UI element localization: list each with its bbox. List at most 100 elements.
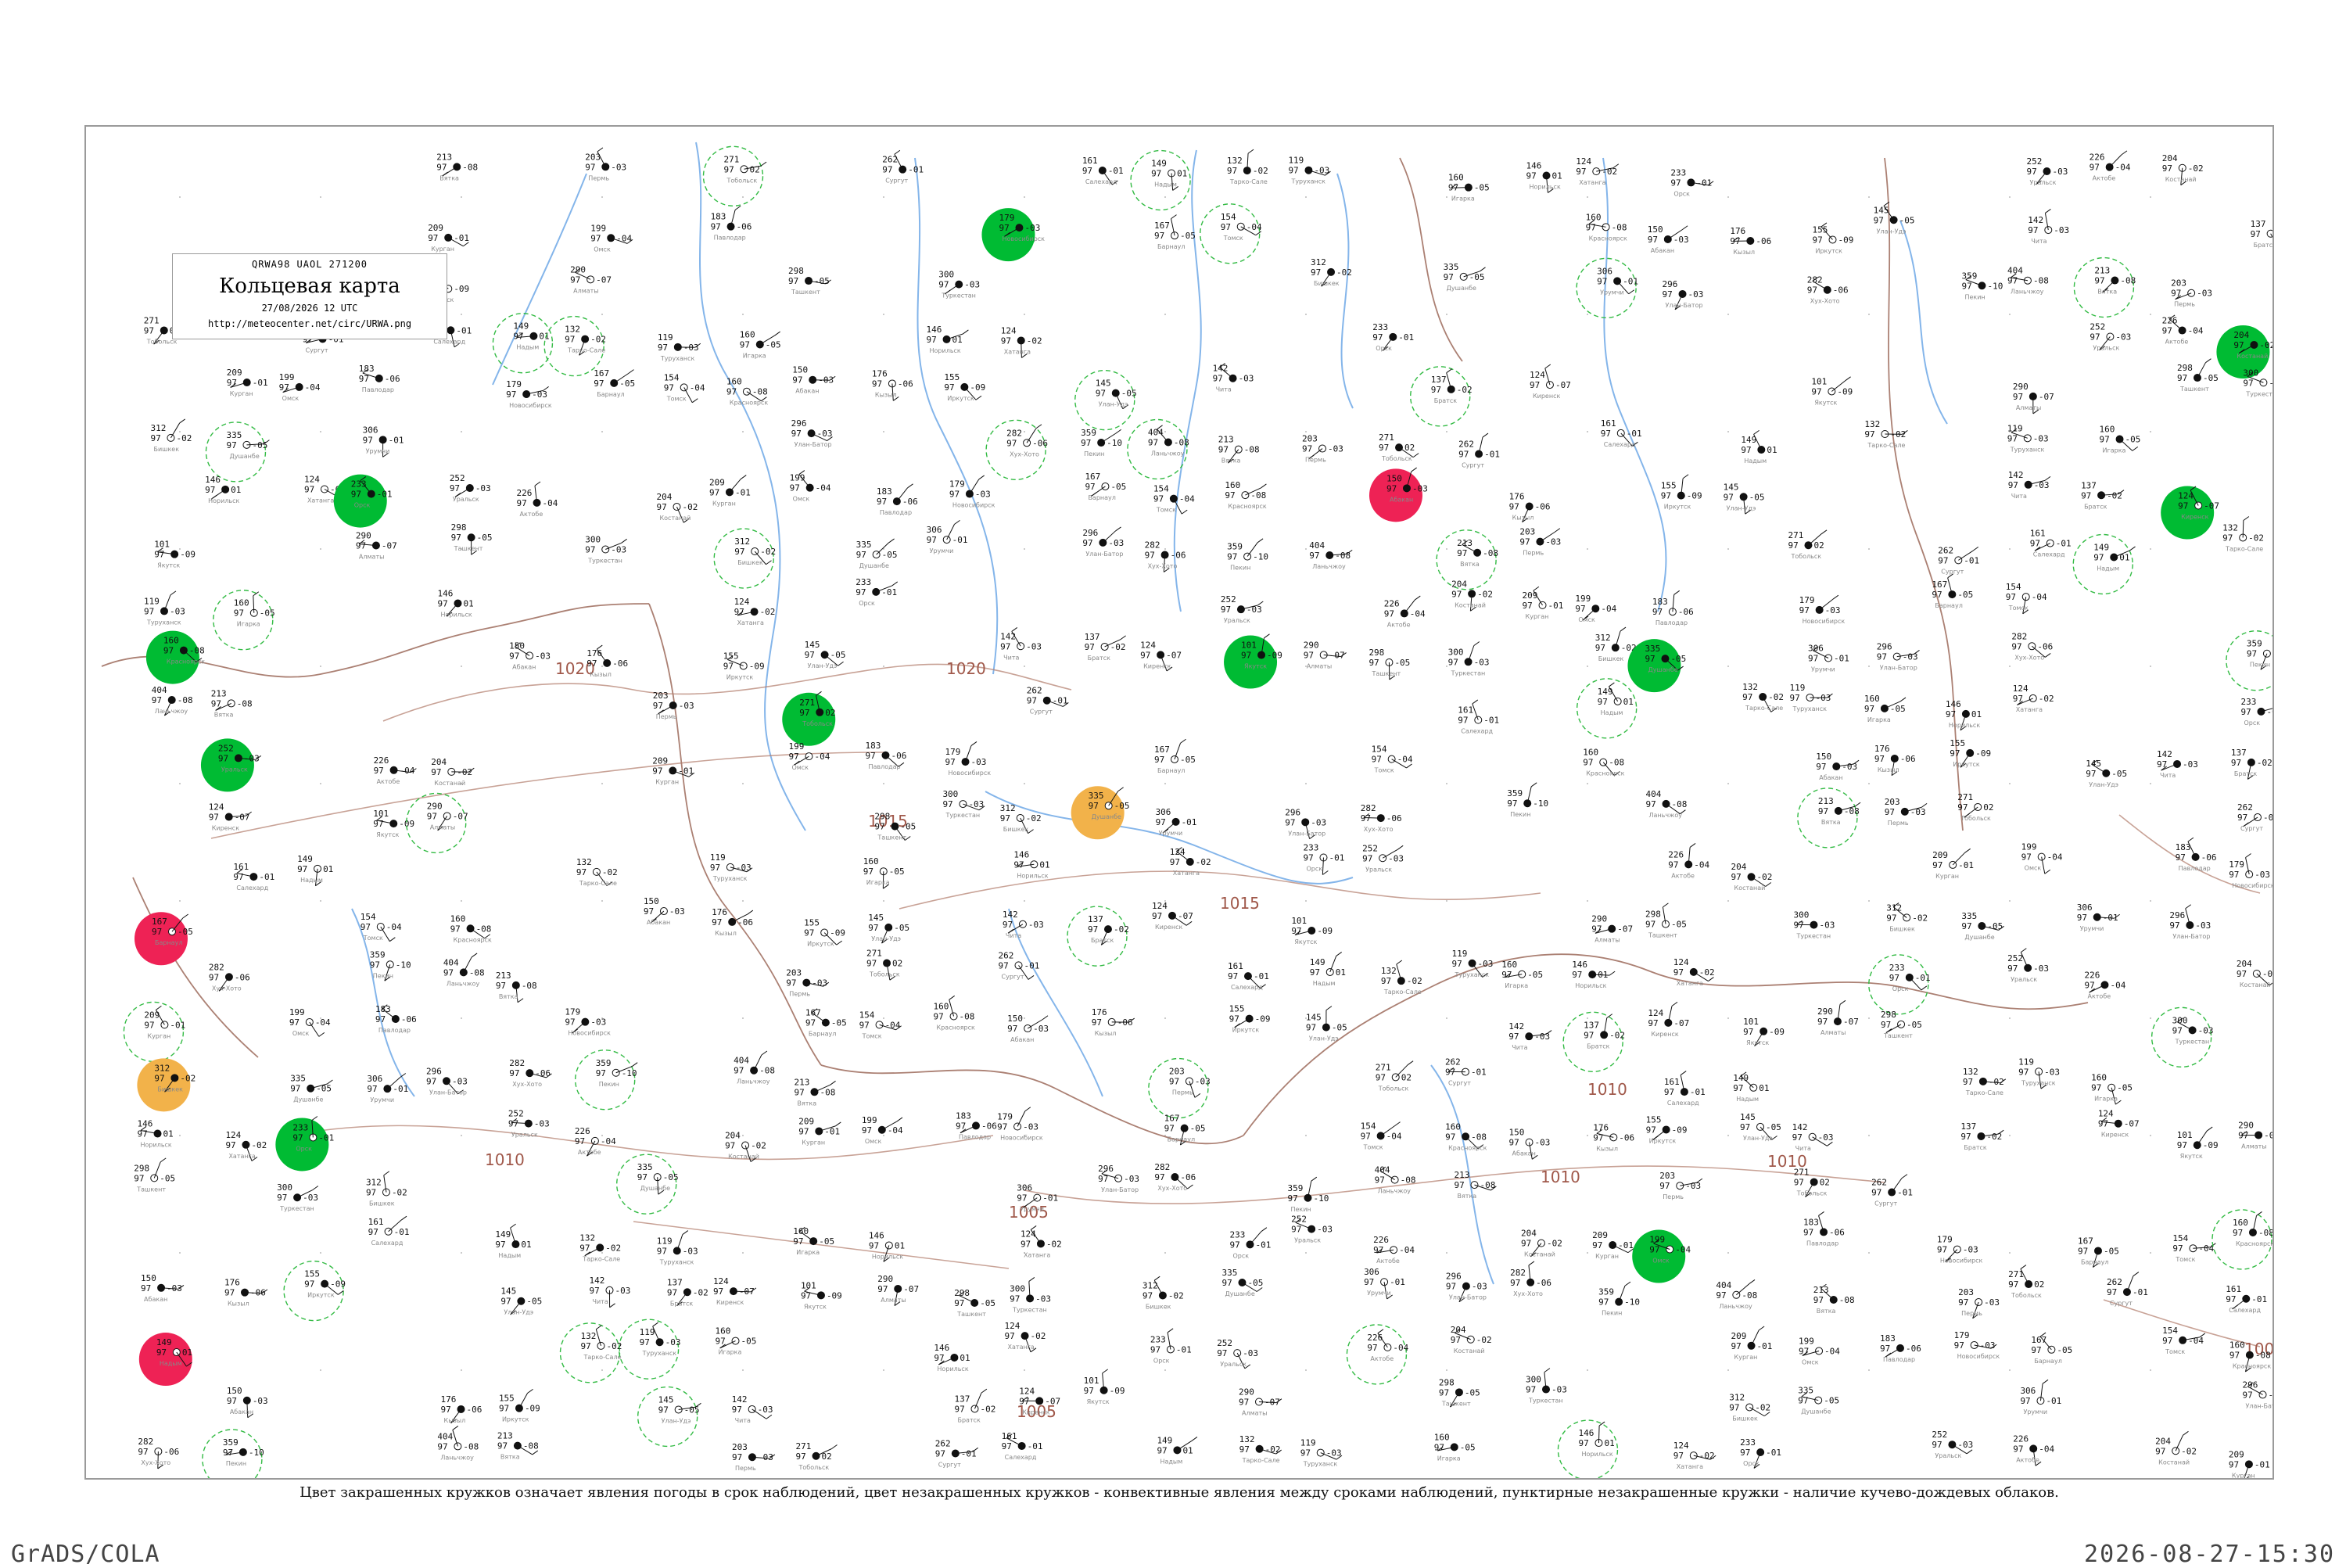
station-dewpoint: -02 [1699, 1451, 1715, 1461]
isobar-label: 1020 [946, 659, 986, 678]
station-dewpoint: -07 [596, 274, 612, 285]
station-dewpoint: -03 [475, 483, 491, 493]
station-pressure: 97 [1792, 1132, 1803, 1143]
station-plot: 10197-09Якутск [801, 1280, 842, 1310]
station-name: Игарка [796, 1249, 820, 1256]
wind-barb-feather [2122, 151, 2127, 155]
station-dewpoint: -04 [1179, 494, 1195, 504]
station-pressure: 97 [152, 695, 162, 705]
station-pressure: 97 [1648, 1018, 1658, 1028]
station-plot: 15597-09Иркутск [1646, 1114, 1688, 1144]
station-pressure: 97 [2162, 163, 2172, 174]
station-temp: 183 [359, 364, 375, 374]
station-dewpoint: -04 [690, 382, 705, 393]
station-plot: 16197-01Салехард [368, 1216, 410, 1247]
station-plot: 14597-05Улан-Удэ [1724, 482, 1765, 514]
station-temp: 226 [517, 488, 533, 498]
station-temp: 160 [2091, 1073, 2107, 1083]
station-temp: 145 [2086, 759, 2101, 769]
wind-barb-feather [2133, 1272, 2139, 1276]
station-temp: 179 [1937, 1235, 1953, 1245]
station-plot: 10197-09Якутск [1743, 1017, 1785, 1046]
cloud-cover-symbol [443, 813, 450, 820]
station-plot: 29097-07Алматы [2238, 1120, 2274, 1150]
station-temp: 226 [575, 1126, 590, 1136]
graticule-dot [2150, 314, 2151, 315]
graticule-dot [883, 1017, 884, 1019]
graticule-dot [2150, 900, 2151, 902]
graticule-dot [2150, 783, 2151, 784]
station-pressure: 97 [1817, 1017, 1828, 1027]
station-pressure: 97 [1457, 548, 1467, 558]
station-pressure: 97 [1303, 853, 1313, 863]
station-dewpoint: -03 [1957, 1440, 1973, 1450]
station-plot: 13297-02Тарко-Сале [579, 1233, 621, 1262]
station-dewpoint: -02 [1477, 589, 1493, 599]
station-name: Хух-Хото [512, 1081, 542, 1088]
station-dewpoint: -03 [2033, 433, 2049, 443]
station-temp: 213 [1818, 796, 1834, 806]
station-temp: 404 [437, 1431, 453, 1441]
station-temp: 101 [1811, 376, 1827, 386]
station-name: Пермь [789, 991, 810, 998]
station-plot: 12497-07Киренск [2161, 486, 2219, 539]
station-name: Павлодар [362, 386, 394, 393]
station-dewpoint: -04 [2188, 1336, 2204, 1346]
wind-barb-feather [1900, 698, 1906, 701]
station-plot: 16797-05Барнаул [2031, 1333, 2072, 1365]
wind-barb-feather [766, 561, 772, 565]
station-pressure: 97 [1885, 807, 1895, 817]
station-name: Надым [1736, 1096, 1759, 1103]
graticule-dot [1868, 1017, 1870, 1019]
station-plot: 33597-05Душанбе [290, 1074, 332, 1103]
station-pressure: 97 [1089, 801, 1099, 811]
station-dewpoint: -10 [1313, 1193, 1329, 1204]
station-plot: 30697-01Урумчи [1017, 1183, 1058, 1213]
weather-map[interactable]: 1020102010151015101010101010101010051005… [84, 125, 2274, 1480]
station-plot: 31297-02Бишкек [1729, 1392, 1770, 1422]
station-temp: 160 [716, 1326, 731, 1337]
station-dewpoint: -05 [766, 339, 781, 350]
station-name: Сургут [1448, 1080, 1471, 1087]
station-pressure: 97 [1584, 1030, 1594, 1040]
station-plot: 16097-05Игарка [1864, 694, 1906, 723]
station-pressure: 97 [1597, 276, 1607, 286]
station-plot: 11997-03Туруханск [144, 591, 185, 626]
station-plot: 15497-04Томск [664, 372, 705, 402]
station-name: Чита [1216, 386, 1232, 393]
station-pressure: 97 [999, 960, 1009, 971]
station-name: Чита [1006, 932, 1021, 939]
station-temp: 145 [658, 1394, 674, 1405]
station-temp: 209 [1731, 1331, 1747, 1341]
station-plot: 29097-07Алматы [2013, 382, 2054, 414]
station-name: Норильск [930, 347, 961, 354]
station-dewpoint: -03 [611, 162, 626, 172]
station-pressure: 97 [863, 867, 873, 877]
station-temp: 282 [1145, 540, 1160, 551]
station-dewpoint: -03 [2044, 1067, 2060, 1077]
station-name: Хатанга [1004, 348, 1031, 355]
station-temp: 282 [1807, 275, 1823, 285]
station-name: Новосибирск [1000, 1135, 1043, 1142]
station-plot: 21397-08Вятка [496, 971, 537, 1003]
station-name: Омск [793, 496, 810, 503]
source-url-link[interactable]: http://meteocenter.net/circ/URWA.png [173, 318, 447, 329]
station-pressure: 97 [1361, 1131, 1371, 1141]
graticule-dot [2150, 196, 2151, 198]
station-name: Уральск [453, 496, 479, 503]
station-name: Барнаул [1157, 767, 1185, 774]
station-dewpoint: -03 [1545, 537, 1561, 547]
station-temp: 167 [1154, 745, 1170, 755]
station-temp: 262 [2237, 802, 2253, 813]
station-dewpoint: -03 [1023, 1122, 1038, 1132]
graticule-dot [2150, 431, 2151, 432]
station-name: Уральск [1224, 617, 1250, 624]
station-temp: 262 [2107, 1277, 2122, 1287]
station-pressure: 97 [596, 1068, 606, 1078]
station-plot: 18397-06Павлодар [877, 484, 918, 516]
station-dewpoint: -05 [1670, 654, 1686, 664]
station-pressure: 97 [788, 752, 798, 762]
station-pressure: 97 [374, 766, 384, 776]
station-name: Надым [1313, 980, 1336, 987]
station-pressure: 97 [1225, 490, 1235, 501]
